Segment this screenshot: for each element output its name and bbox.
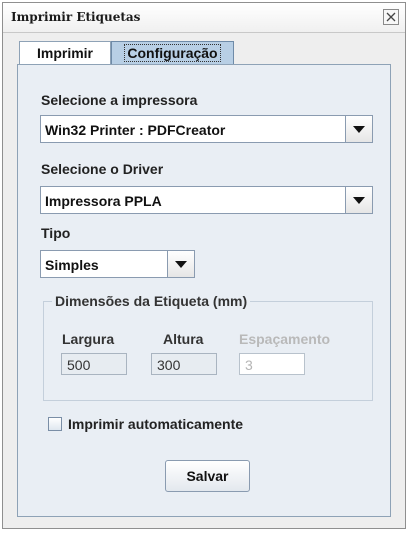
printer-select-value: Win32 Printer : PDFCreator	[45, 122, 226, 138]
altura-label: Altura	[163, 331, 204, 347]
printer-dropdown-button[interactable]	[345, 116, 372, 142]
title-bar: Imprimir Etiquetas	[3, 3, 405, 33]
close-button[interactable]	[383, 9, 399, 25]
tipo-dropdown-button[interactable]	[167, 251, 194, 277]
largura-label: Largura	[62, 331, 115, 347]
tipo-label: Tipo	[41, 225, 71, 241]
auto-print-checkbox[interactable]	[48, 417, 62, 431]
dialog-window: Imprimir Etiquetas Imprimir Configuração…	[2, 2, 406, 529]
window-title: Imprimir Etiquetas	[11, 10, 141, 24]
dimensions-group: Dimensões da Etiqueta (mm) Largura Altur…	[43, 293, 373, 401]
espacamento-field[interactable]: 3	[239, 353, 305, 375]
tab-imprimir-label: Imprimir	[36, 45, 93, 61]
largura-field[interactable]: 500	[61, 353, 127, 375]
dimensions-group-title: Dimensões da Etiqueta (mm)	[52, 293, 251, 309]
printer-label: Selecione a impressora	[41, 92, 198, 108]
printer-select[interactable]: Win32 Printer : PDFCreator	[40, 115, 373, 143]
driver-select[interactable]: Impressora PPLA	[40, 186, 373, 214]
espacamento-label: Espaçamento	[239, 331, 331, 347]
chevron-down-icon	[353, 126, 365, 133]
tipo-select[interactable]: Simples	[40, 250, 195, 278]
driver-select-value: Impressora PPLA	[45, 193, 162, 209]
chevron-down-icon	[175, 261, 187, 268]
tipo-select-value: Simples	[45, 257, 99, 273]
driver-label: Selecione o Driver	[41, 161, 164, 177]
save-button[interactable]: Salvar	[165, 460, 250, 492]
tab-imprimir[interactable]: Imprimir	[19, 41, 111, 65]
chevron-down-icon	[353, 197, 365, 204]
configuration-panel: Selecione a impressora Win32 Printer : P…	[17, 64, 391, 517]
tab-configuracao[interactable]: Configuração	[111, 41, 234, 65]
auto-print-label[interactable]: Imprimir automaticamente	[68, 416, 243, 432]
altura-field[interactable]: 300	[151, 353, 217, 375]
close-icon	[386, 12, 396, 22]
driver-dropdown-button[interactable]	[345, 187, 372, 213]
tab-configuracao-label: Configuração	[124, 44, 221, 62]
